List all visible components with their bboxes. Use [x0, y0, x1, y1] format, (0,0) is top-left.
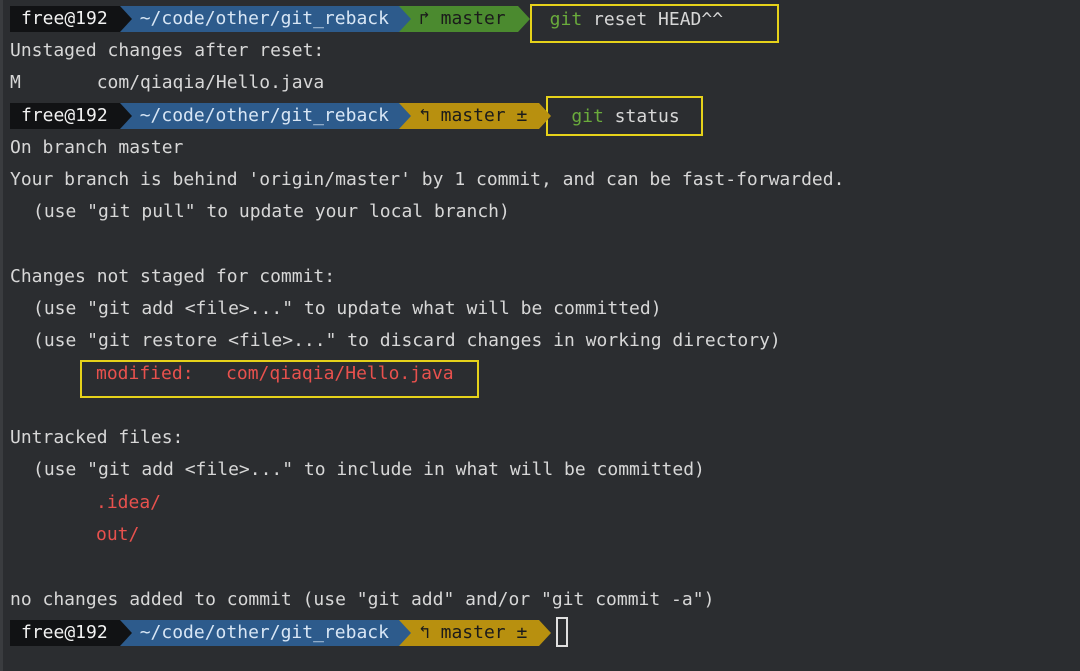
- output-line: (use "git add <file>..." to update what …: [33, 298, 662, 319]
- prompt-path-segment: ~/code/other/git_reback: [119, 6, 399, 32]
- text-cursor[interactable]: [556, 617, 568, 647]
- output-line: Changes not staged for commit:: [10, 266, 336, 287]
- prompt-separator-icon: [398, 6, 411, 32]
- highlight-box-status-command: [546, 96, 703, 136]
- output-line: Unstaged changes after reset:: [10, 40, 325, 61]
- prompt-separator-icon: [517, 6, 530, 32]
- shell-prompt-3: free@192 ~/code/other/git_reback ↰ maste…: [10, 619, 552, 647]
- prompt-path-segment: ~/code/other/git_reback: [119, 103, 399, 129]
- output-line: (use "git restore <file>..." to discard …: [33, 330, 781, 351]
- prompt-separator-icon: [119, 103, 132, 129]
- prompt-path-segment: ~/code/other/git_reback: [119, 620, 399, 646]
- output-line: Your branch is behind 'origin/master' by…: [10, 169, 845, 190]
- prompt-branch-segment: ↱ master: [398, 6, 518, 32]
- output-line: On branch master: [10, 137, 184, 158]
- output-line: Untracked files:: [10, 427, 184, 448]
- output-line: no changes added to commit (use "git add…: [10, 589, 715, 610]
- highlight-box-modified-file: [80, 360, 479, 398]
- untracked-file-entry: .idea/: [96, 492, 162, 513]
- prompt-separator-icon: [119, 620, 132, 646]
- output-line: (use "git add <file>..." to include in w…: [33, 459, 705, 480]
- prompt-user-segment: free@192: [10, 6, 120, 32]
- prompt-separator-icon: [539, 103, 552, 129]
- prompt-user-segment: free@192: [10, 103, 120, 129]
- prompt-separator-icon: [398, 620, 411, 646]
- prompt-branch-segment: ↰ master ±: [398, 620, 540, 646]
- output-line: M com/qiaqia/Hello.java: [10, 72, 325, 93]
- highlight-box-reset-command: [530, 4, 779, 43]
- prompt-separator-icon: [398, 103, 411, 129]
- prompt-branch-segment: ↰ master ±: [398, 103, 540, 129]
- prompt-separator-icon: [539, 620, 552, 646]
- untracked-file-entry: out/: [96, 524, 140, 545]
- terminal-window[interactable]: free@192 ~/code/other/git_reback ↱ maste…: [0, 0, 1080, 671]
- output-line: (use "git pull" to update your local bra…: [33, 201, 510, 222]
- prompt-separator-icon: [119, 6, 132, 32]
- prompt-user-segment: free@192: [10, 620, 120, 646]
